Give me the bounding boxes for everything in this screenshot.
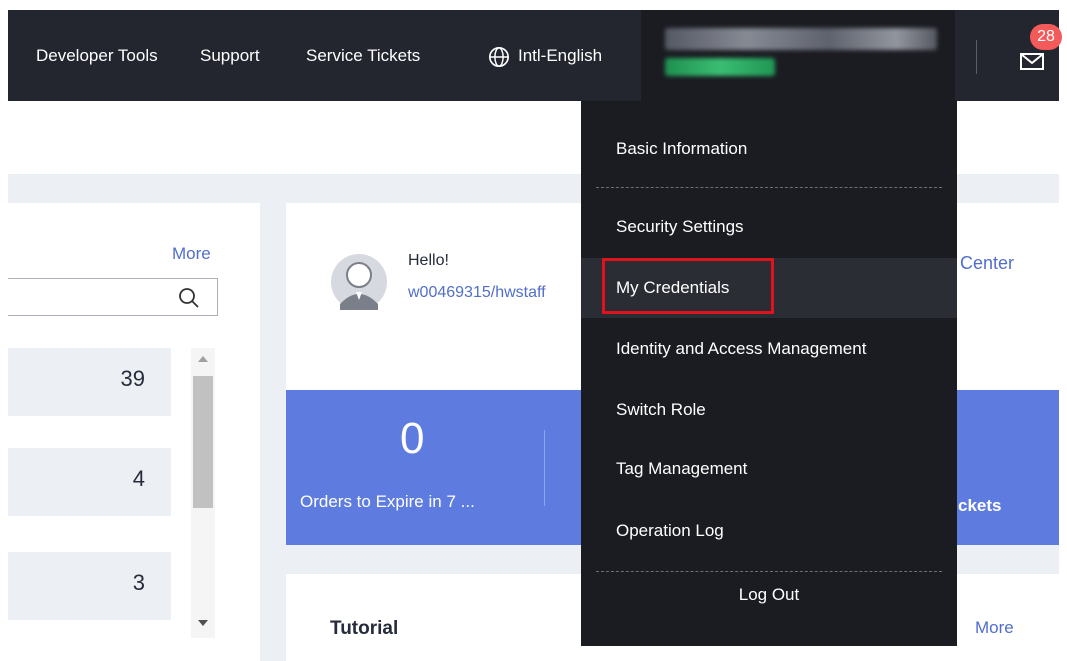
scroll-up-icon[interactable] bbox=[198, 356, 208, 362]
greeting-text: Hello! bbox=[408, 252, 449, 269]
language-selector[interactable]: Intl-English bbox=[518, 46, 602, 66]
menu-item-identity-access-management[interactable]: Identity and Access Management bbox=[581, 319, 957, 379]
nav-divider bbox=[976, 40, 977, 74]
list-item[interactable]: 3 bbox=[8, 552, 171, 620]
globe-icon[interactable] bbox=[488, 46, 510, 68]
center-link[interactable]: Center bbox=[960, 253, 1014, 274]
item-count: 3 bbox=[132, 570, 145, 595]
menu-item-security-settings[interactable]: Security Settings bbox=[581, 197, 957, 257]
list-item[interactable]: 39 bbox=[8, 348, 171, 416]
notification-badge: 28 bbox=[1030, 24, 1062, 50]
menu-item-basic-information[interactable]: Basic Information bbox=[581, 119, 957, 179]
nav-developer-tools[interactable]: Developer Tools bbox=[36, 46, 158, 66]
menu-divider bbox=[596, 571, 942, 572]
more-link-left[interactable]: More bbox=[172, 244, 211, 264]
search-input[interactable] bbox=[8, 278, 218, 316]
avatar bbox=[331, 254, 387, 310]
mail-icon[interactable] bbox=[1018, 46, 1048, 74]
more-link-tutorial[interactable]: More bbox=[975, 618, 1014, 638]
item-count: 4 bbox=[132, 466, 145, 491]
menu-item-tag-management[interactable]: Tag Management bbox=[581, 439, 957, 499]
menu-item-operation-log[interactable]: Operation Log bbox=[581, 501, 957, 561]
top-navigation-bar: Developer Tools Support Service Tickets … bbox=[8, 10, 1062, 101]
stat-divider bbox=[544, 430, 545, 506]
account-menu-trigger[interactable] bbox=[641, 10, 955, 101]
stat-label[interactable]: Orders to Expire in 7 ... bbox=[300, 492, 475, 512]
nav-support[interactable]: Support bbox=[200, 46, 260, 66]
list-item[interactable]: 4 bbox=[8, 448, 171, 516]
menu-divider bbox=[596, 187, 942, 188]
highlight-box bbox=[602, 258, 774, 314]
search-icon[interactable] bbox=[178, 287, 200, 309]
username-link[interactable]: w00469315/hwstaff bbox=[408, 284, 546, 302]
item-count: 39 bbox=[120, 366, 145, 391]
scroll-down-icon[interactable] bbox=[198, 620, 208, 626]
stat-label-tickets[interactable]: ckets bbox=[958, 496, 1001, 516]
account-id-redacted bbox=[665, 58, 775, 76]
scrollbar-thumb[interactable] bbox=[193, 376, 213, 508]
logout-button[interactable]: Log Out bbox=[581, 585, 957, 605]
nav-service-tickets[interactable]: Service Tickets bbox=[306, 46, 420, 66]
account-dropdown-menu: Basic Information Security Settings My C… bbox=[581, 101, 957, 646]
account-name-redacted bbox=[665, 28, 937, 50]
stat-value[interactable]: 0 bbox=[400, 414, 424, 464]
menu-item-switch-role[interactable]: Switch Role bbox=[581, 380, 957, 440]
tutorial-title: Tutorial bbox=[330, 618, 399, 639]
